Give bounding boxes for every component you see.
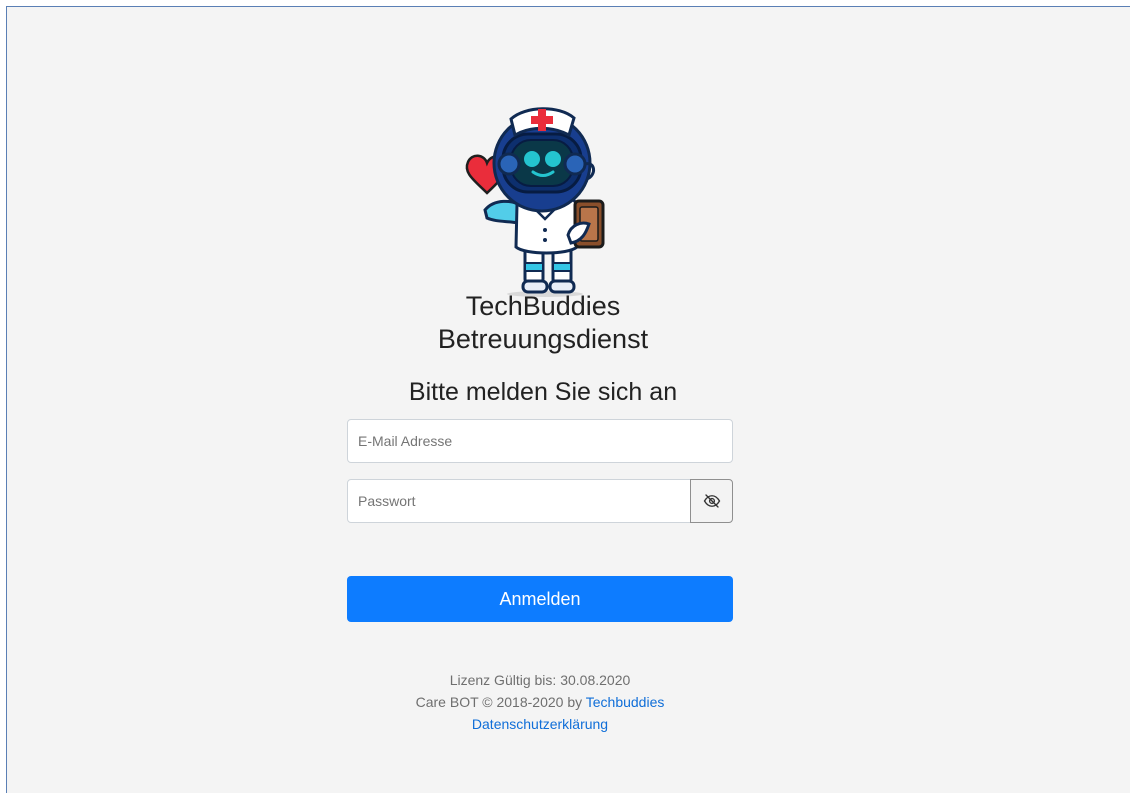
privacy-policy-link[interactable]: Datenschutzerklärung xyxy=(472,716,608,732)
login-footer: Lizenz Gültig bis: 30.08.2020 Care BOT ©… xyxy=(347,669,733,735)
nurse-robot-mascot-icon xyxy=(465,107,605,297)
eye-slash-icon xyxy=(703,494,720,508)
page-frame: TechBuddies Betreuungsdienst Bitte melde… xyxy=(6,6,1130,793)
techbuddies-link[interactable]: Techbuddies xyxy=(586,694,665,710)
privacy-line: Datenschutzerklärung xyxy=(347,713,733,735)
license-validity: Lizenz Gültig bis: 30.08.2020 xyxy=(449,672,631,688)
password-input[interactable] xyxy=(347,479,691,523)
copyright-line: Care BOT © 2018-2020 by Techbuddies xyxy=(347,691,733,713)
app-brand: TechBuddies Betreuungsdienst xyxy=(347,290,739,356)
login-heading: Bitte melden Sie sich an xyxy=(408,378,678,406)
email-input[interactable] xyxy=(347,419,733,463)
brand-line-2: Betreuungsdienst xyxy=(437,324,649,354)
brand-line-1: TechBuddies xyxy=(465,291,621,321)
login-panel: TechBuddies Betreuungsdienst Bitte melde… xyxy=(347,7,739,794)
login-submit-button[interactable]: Anmelden xyxy=(347,576,733,622)
password-visibility-toggle-button[interactable] xyxy=(690,479,733,523)
copyright-prefix: Care BOT © 2018-2020 by xyxy=(415,694,583,710)
